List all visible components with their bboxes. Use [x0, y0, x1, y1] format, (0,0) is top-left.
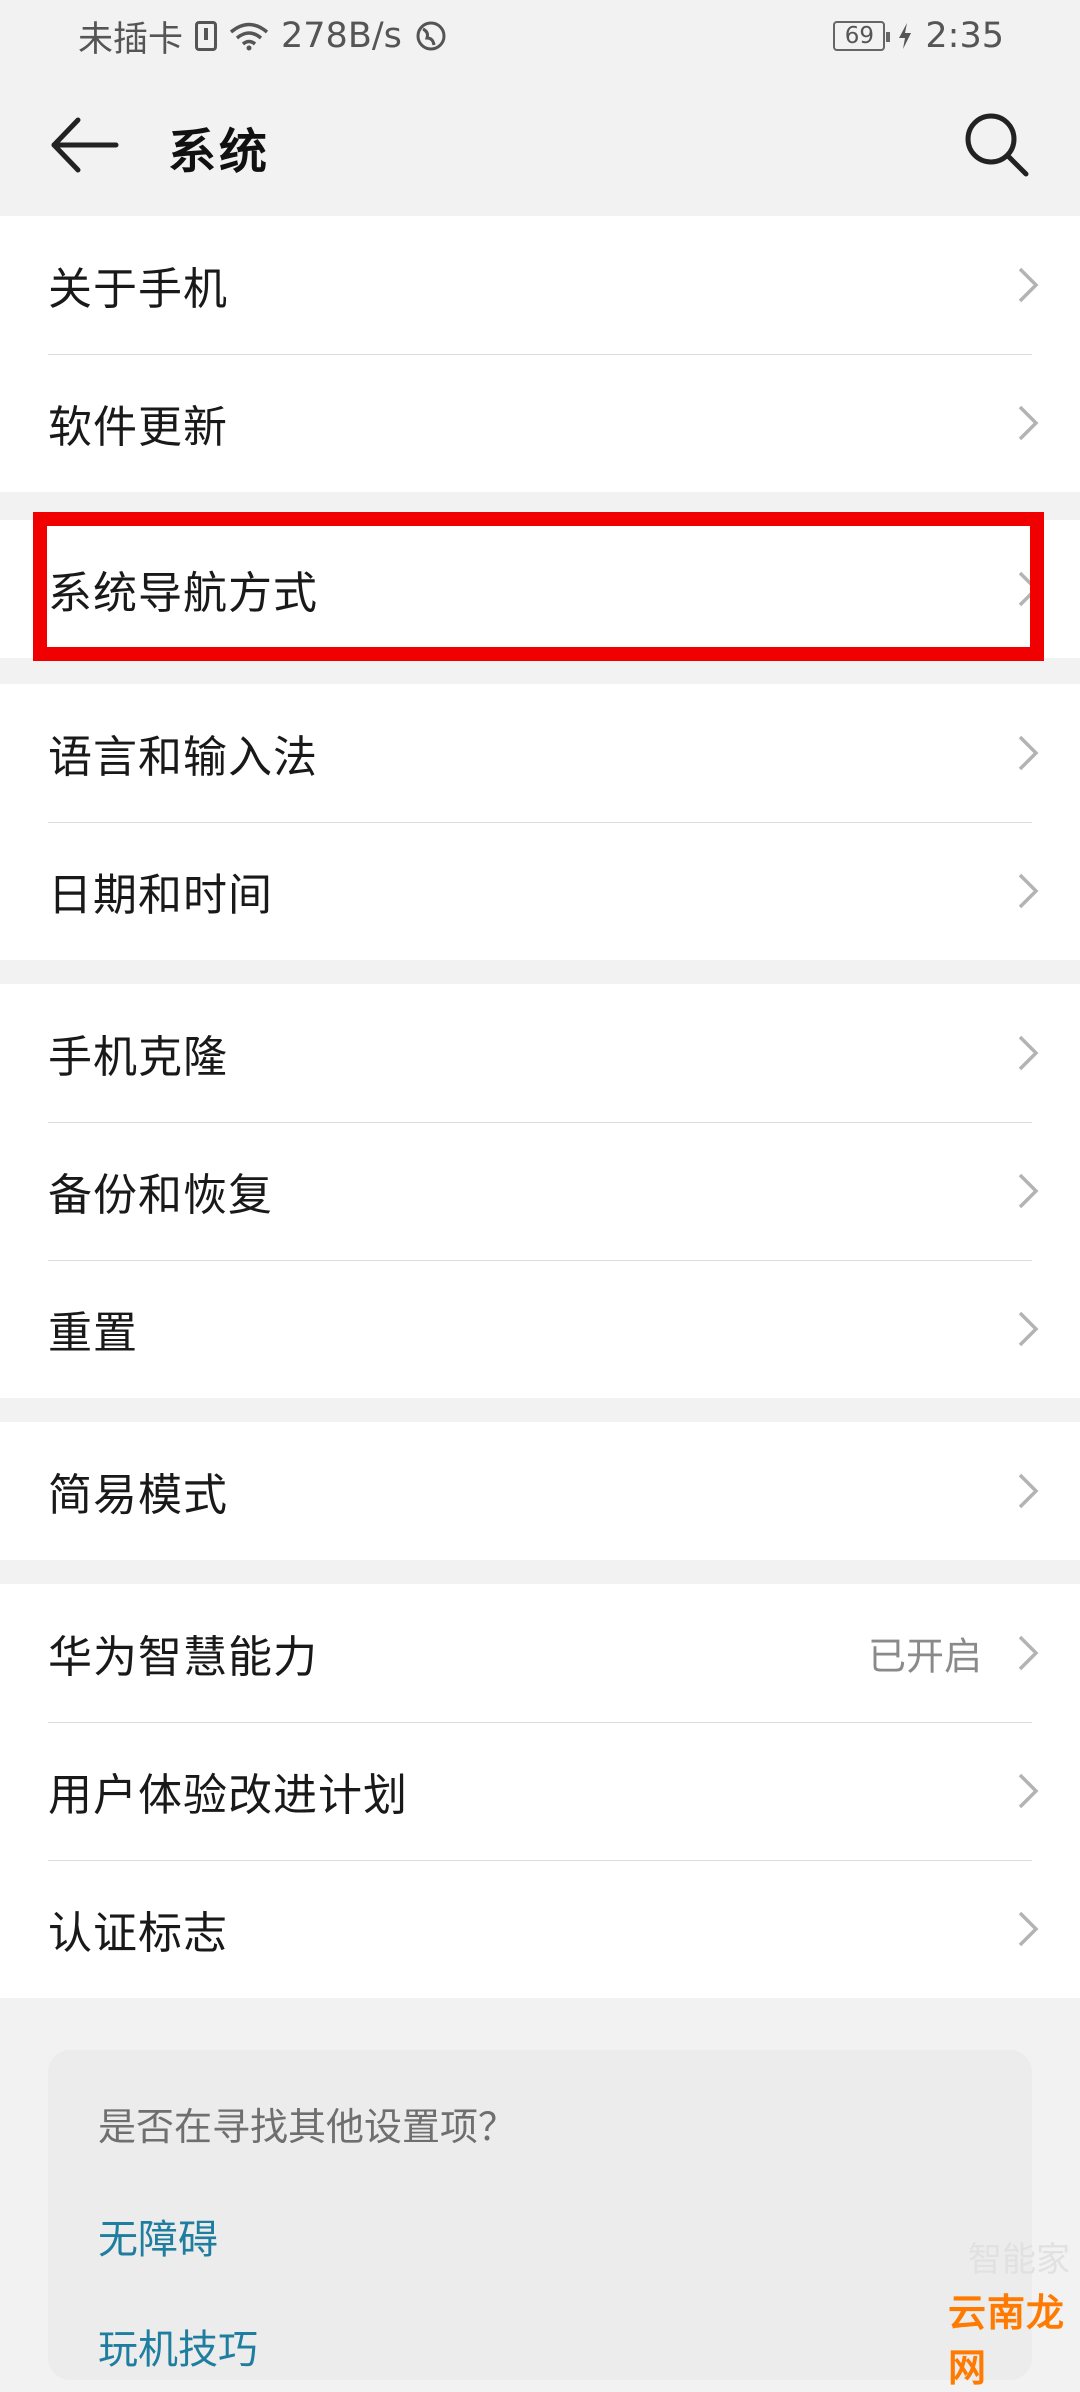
wifi-icon: [229, 22, 269, 51]
suggestion-card: 是否在寻找其他设置项？ 无障碍 玩机技巧: [48, 2050, 1032, 2380]
settings-item-system-navigation[interactable]: 系统导航方式: [0, 520, 1080, 658]
chevron-right-icon: [1018, 735, 1039, 771]
settings-item-label: 认证标志: [48, 1908, 228, 1959]
settings-group-navigation: 系统导航方式: [0, 520, 1080, 658]
settings-item-label: 系统导航方式: [48, 568, 318, 619]
back-arrow-icon[interactable]: [50, 116, 120, 174]
carrier-text: 未插卡: [78, 19, 184, 60]
sim-icon: [195, 21, 218, 51]
charging-bolt-icon: [899, 23, 912, 49]
settings-item-about-phone[interactable]: 关于手机: [0, 216, 1080, 354]
battery-level: 69: [844, 23, 875, 49]
settings-item-user-experience[interactable]: 用户体验改进计划: [0, 1722, 1080, 1860]
settings-group-simple-mode: 简易模式: [0, 1422, 1080, 1560]
settings-group-huawei: 华为智慧能力 已开启 用户体验改进计划 认证标志: [0, 1584, 1080, 1998]
chevron-right-icon: [1018, 571, 1039, 607]
settings-item-reset[interactable]: 重置: [0, 1260, 1080, 1398]
chevron-right-icon: [1018, 1773, 1039, 1809]
page-title: 系统: [168, 124, 271, 180]
settings-group-language: 语言和输入法 日期和时间: [0, 684, 1080, 960]
settings-item-label: 关于手机: [48, 264, 228, 315]
settings-item-label: 简易模式: [48, 1470, 228, 1521]
settings-item-backup-restore[interactable]: 备份和恢复: [0, 1122, 1080, 1260]
watermark: 云南龙网: [948, 2291, 1066, 2390]
chevron-right-icon: [1018, 405, 1039, 441]
settings-item-label: 手机克隆: [48, 1032, 228, 1083]
clock: 2:35: [925, 16, 1004, 56]
settings-item-software-update[interactable]: 软件更新: [0, 354, 1080, 492]
chevron-right-icon: [1018, 1635, 1039, 1671]
network-speed: 278B/s: [281, 16, 402, 56]
settings-item-phone-clone[interactable]: 手机克隆: [0, 984, 1080, 1122]
settings-group-backup: 手机克隆 备份和恢复 重置: [0, 984, 1080, 1398]
settings-item-language-input[interactable]: 语言和输入法: [0, 684, 1080, 822]
chevron-right-icon: [1018, 873, 1039, 909]
status-value: 已开启: [867, 1634, 982, 1679]
settings-item-label: 用户体验改进计划: [48, 1770, 408, 1821]
chevron-right-icon: [1018, 1911, 1039, 1947]
chevron-right-icon: [1018, 1473, 1039, 1509]
status-bar: 未插卡 278B/s 69 2:35: [0, 0, 1080, 72]
chevron-right-icon: [1018, 1173, 1039, 1209]
settings-item-huawei-assistant[interactable]: 华为智慧能力 已开启: [0, 1584, 1080, 1722]
settings-item-label: 语言和输入法: [48, 732, 318, 783]
chevron-right-icon: [1018, 267, 1039, 303]
watermark-ghost: 智能家: [968, 2240, 1070, 2280]
settings-item-label: 重置: [48, 1308, 138, 1359]
vpn-globe-icon: [416, 21, 446, 51]
app-header: 系统: [0, 72, 1080, 216]
status-right: 69 2:35: [833, 16, 1004, 56]
settings-item-certification[interactable]: 认证标志: [0, 1860, 1080, 1998]
status-left: 未插卡 278B/s: [78, 11, 448, 62]
settings-item-label: 软件更新: [48, 402, 228, 453]
link-accessibility[interactable]: 无障碍: [98, 2207, 982, 2265]
settings-item-simple-mode[interactable]: 简易模式: [0, 1422, 1080, 1560]
suggestion-title: 是否在寻找其他设置项？: [98, 2105, 517, 2149]
settings-group-device: 关于手机 软件更新: [0, 216, 1080, 492]
settings-item-label: 备份和恢复: [48, 1170, 273, 1221]
chevron-right-icon: [1018, 1311, 1039, 1347]
chevron-right-icon: [1018, 1035, 1039, 1071]
link-tips[interactable]: 玩机技巧: [98, 2317, 982, 2375]
battery-icon: 69: [833, 21, 891, 51]
search-icon[interactable]: [962, 110, 1030, 178]
settings-item-label: 日期和时间: [48, 870, 273, 921]
settings-item-date-time[interactable]: 日期和时间: [0, 822, 1080, 960]
settings-item-label: 华为智慧能力: [48, 1632, 318, 1683]
